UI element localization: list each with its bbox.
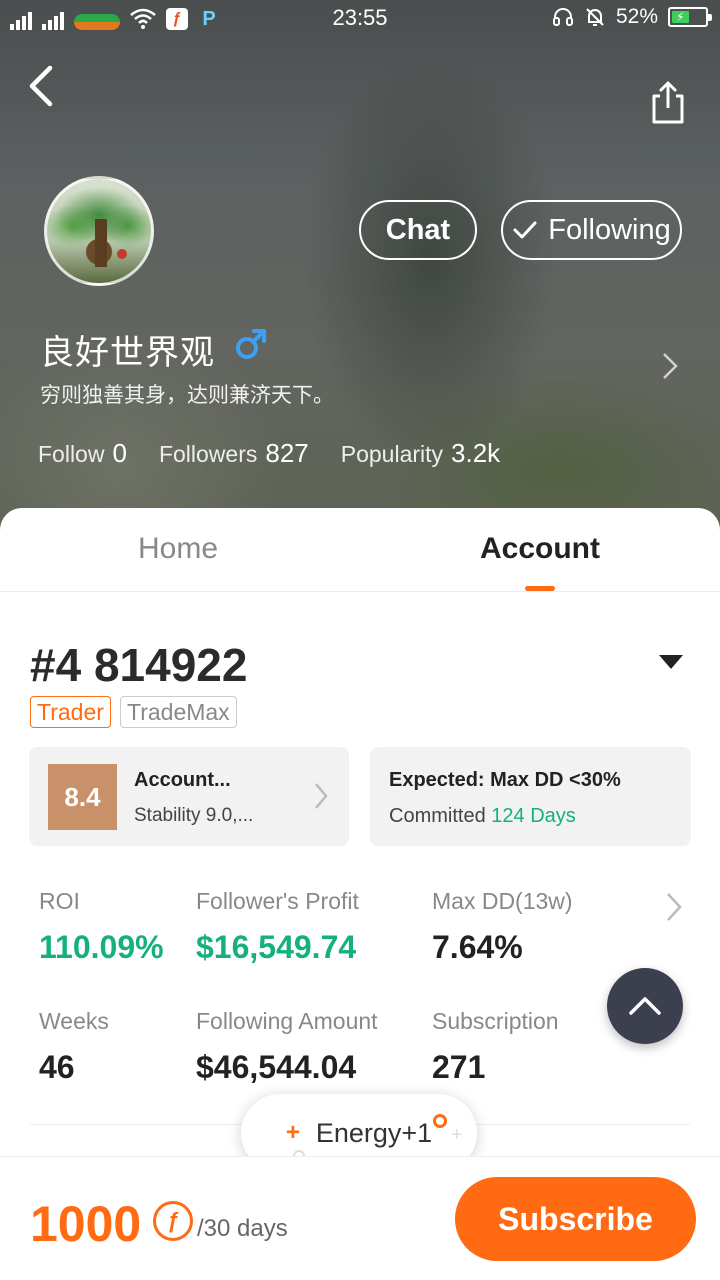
subscription-metric: Subscription 271 (432, 1008, 559, 1086)
bio: 穷则独善其身，达则兼济天下。 (40, 383, 334, 407)
scroll-to-top-button[interactable] (607, 968, 683, 1044)
committed-line: Committed 124 Days (389, 805, 576, 828)
trader-tag: Trader (30, 696, 111, 728)
chat-button[interactable]: Chat (359, 200, 477, 260)
followers-label: Followers (158, 441, 258, 467)
max-dd-value: 7.64% (432, 929, 523, 965)
subscribe-button-label: Subscribe (498, 1200, 653, 1237)
profile-stats: Follow 0 Followers 827 Popularity 3.2k (38, 438, 500, 469)
account-dropdown-icon[interactable] (658, 654, 684, 670)
back-button[interactable] (24, 62, 64, 110)
max-dd-label: Max DD(13w) (432, 888, 573, 914)
follow-label: Follow (38, 441, 105, 467)
energy-plus: + (285, 1119, 300, 1146)
avatar-mark (117, 249, 127, 259)
mute-bell-icon (586, 8, 604, 26)
check-icon (513, 221, 537, 239)
committed-value: 124 Days (491, 805, 576, 827)
chevron-up-icon (629, 997, 661, 1015)
battery-icon: ⚡ (668, 7, 712, 27)
score-badge: 8.4 (48, 764, 117, 830)
follow-stat[interactable]: Follow 0 (38, 438, 127, 469)
subscribe-button[interactable]: Subscribe (455, 1177, 696, 1261)
decor-circle-icon (433, 1114, 447, 1128)
tab-account[interactable]: Account (480, 532, 600, 566)
status-right: 52% ⚡ (552, 5, 712, 29)
followers-stat[interactable]: Followers 827 (159, 438, 309, 469)
score-subtitle: Stability 9.0,... (134, 805, 254, 826)
tab-bar: Home Account (0, 508, 720, 592)
chevron-right-icon (315, 783, 328, 809)
expected-box: Expected: Max DD <30% Committed 124 Days (370, 747, 691, 846)
roi-value: 110.09% (39, 929, 164, 965)
weeks-metric: Weeks 46 (39, 1008, 109, 1086)
following-amount-value: $46,544.04 (196, 1049, 357, 1085)
following-amount-label: Following Amount (196, 1008, 378, 1034)
account-title: #4 814922 (30, 639, 248, 691)
committed-label: Committed (389, 805, 486, 827)
energy-label: Energy+1 (315, 1117, 433, 1148)
share-button[interactable] (644, 78, 692, 126)
popularity-label: Popularity (340, 441, 444, 467)
following-button-label: Following (548, 213, 671, 246)
roi-metric: ROI 110.09% (39, 888, 164, 966)
tab-home[interactable]: Home (138, 532, 218, 566)
username: 良好世界观 (40, 333, 215, 373)
expected-title: Expected: Max DD <30% (389, 769, 621, 791)
trademax-tag: TradeMax (120, 696, 237, 728)
profile-detail-chevron-icon[interactable] (660, 350, 680, 382)
decor-plus-icon: + (451, 1124, 463, 1146)
following-amount-metric: Following Amount $46,544.04 (196, 1008, 378, 1086)
coin-icon: ƒ (153, 1201, 193, 1241)
price-period: /30 days (197, 1215, 288, 1242)
weeks-label: Weeks (39, 1008, 109, 1034)
subscription-label: Subscription (432, 1008, 559, 1034)
profit-metric: Follower's Profit $16,549.74 (196, 888, 359, 966)
chat-button-label: Chat (385, 213, 451, 246)
followers-count: 827 (265, 438, 309, 468)
battery-level: ⚡ (672, 10, 689, 24)
headset-icon (552, 8, 573, 26)
profile-header: ƒ P 23:55 52% ⚡ Chat Following 良好世界观 穷则独… (0, 0, 720, 540)
price-value: 1000 (30, 1196, 142, 1252)
weeks-value: 46 (39, 1049, 75, 1085)
male-gender-icon (236, 329, 266, 359)
score-title: Account... (134, 769, 231, 791)
follow-count: 0 (112, 438, 127, 468)
following-button[interactable]: Following (501, 200, 682, 260)
battery-percent: 52% (615, 5, 658, 28)
avatar-tree-trunk (95, 219, 107, 267)
subscribe-bar: 1000 ƒ /30 days Subscribe (0, 1156, 720, 1280)
active-tab-indicator (525, 586, 555, 591)
popularity-stat: Popularity 3.2k (341, 438, 500, 469)
avatar[interactable] (44, 176, 154, 286)
profit-label: Follower's Profit (196, 888, 359, 914)
account-score-box[interactable]: 8.4 Account... Stability 9.0,... (29, 747, 349, 846)
profit-value: $16,549.74 (196, 929, 357, 965)
max-dd-metric: Max DD(13w) 7.64% (432, 888, 573, 966)
metrics-detail-chevron-icon[interactable] (664, 890, 684, 924)
popularity-count: 3.2k (451, 438, 501, 468)
roi-label: ROI (39, 888, 80, 914)
subscription-value: 271 (432, 1049, 486, 1085)
status-bar: ƒ P 23:55 52% ⚡ (0, 0, 720, 36)
